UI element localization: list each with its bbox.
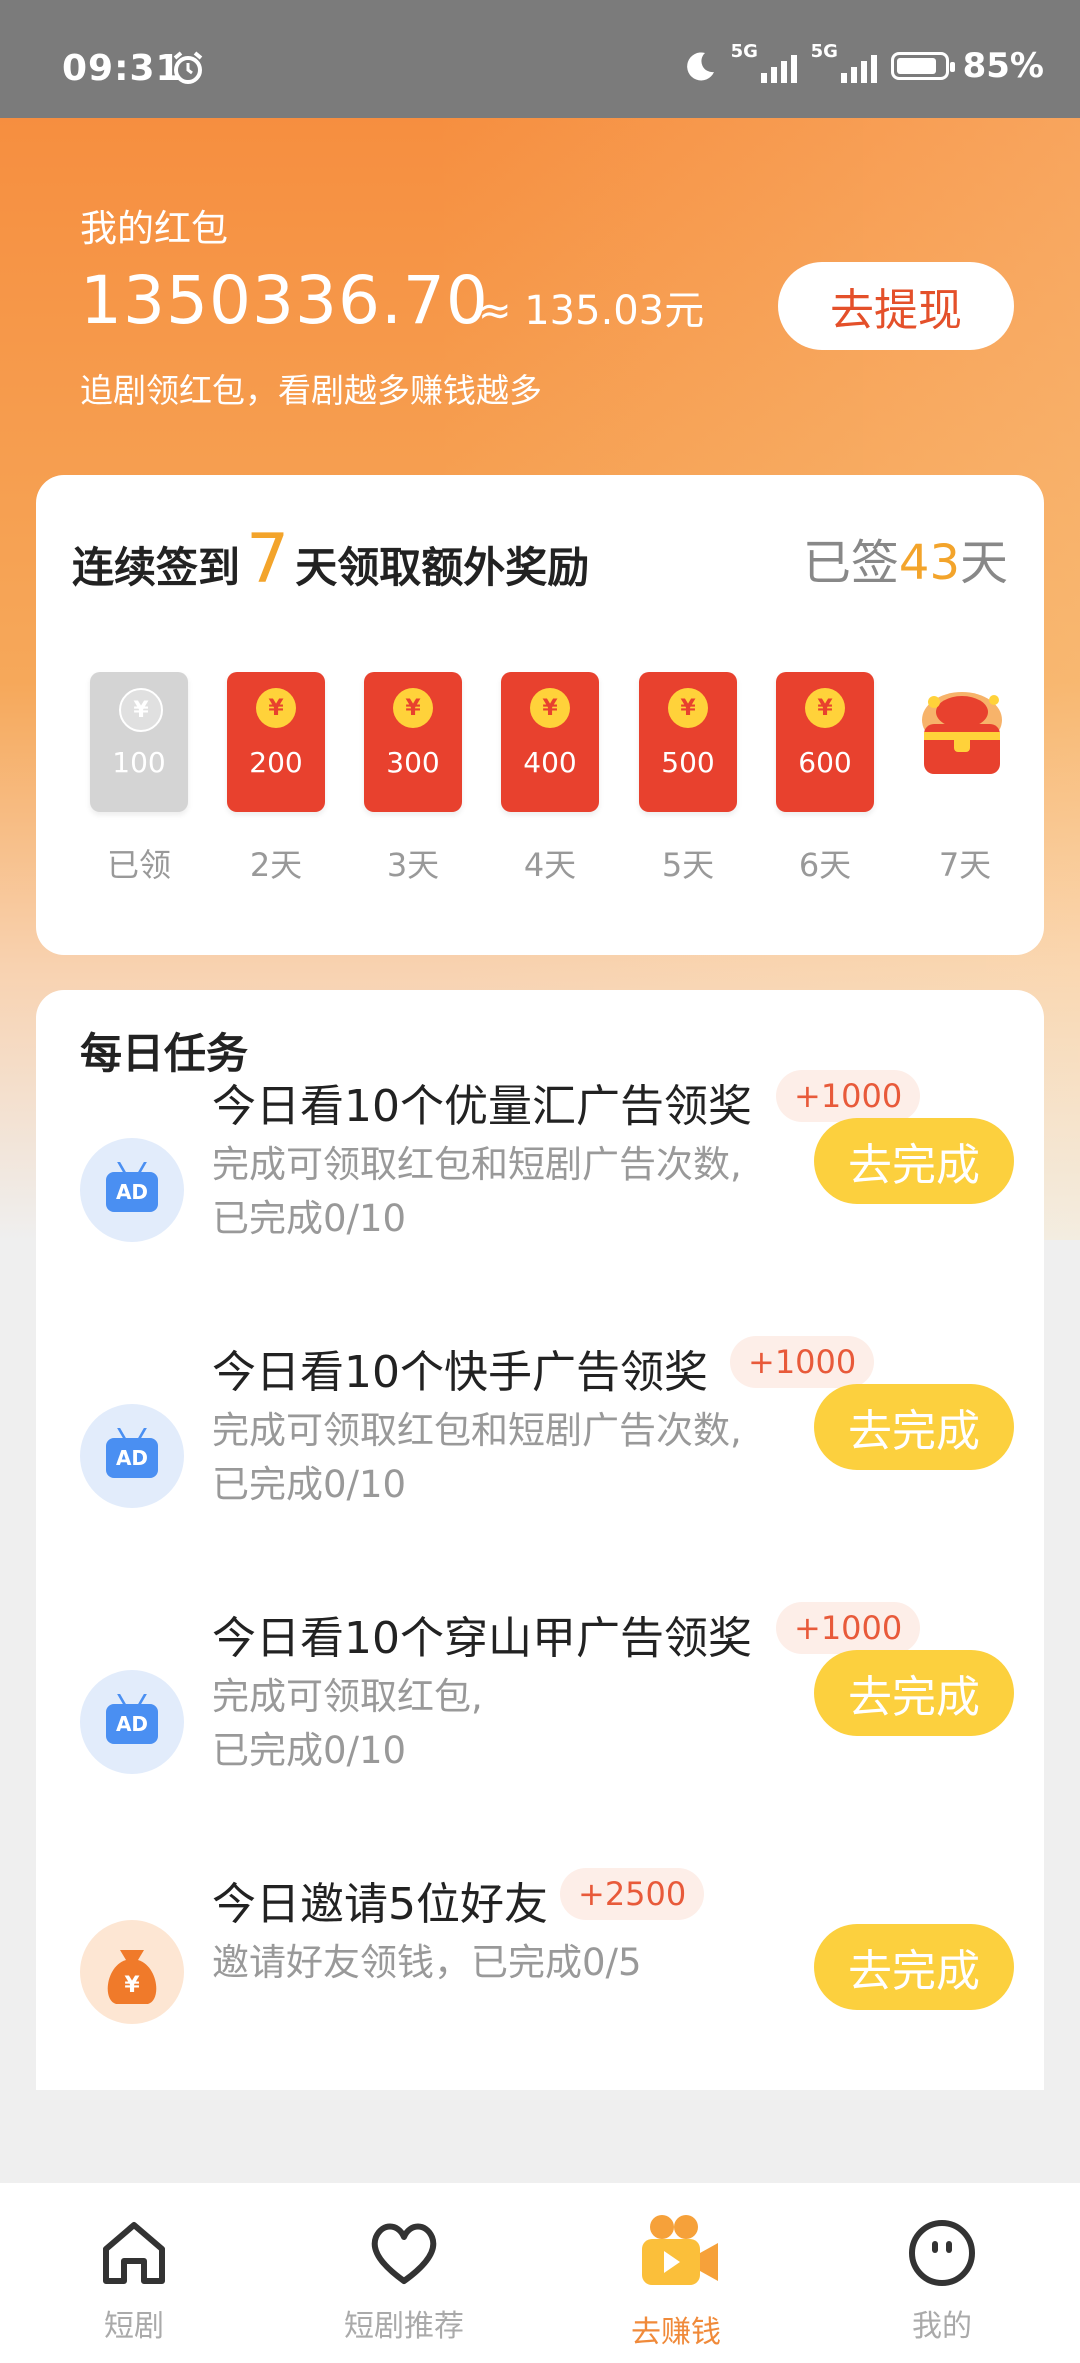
task-complete-button[interactable]: 去完成 [814, 1384, 1014, 1470]
ad-tv-icon: AD [80, 1138, 184, 1242]
signal-5g-icon: 5G [731, 41, 797, 83]
wallet-subtitle: 追剧领红包，看剧越多赚钱越多 [80, 371, 542, 410]
task-item: AD 今日看10个优量汇广告领奖 +1000 完成可领取红包和短剧广告次数, 已完成0/… [36, 1070, 1044, 1280]
task-title: 今日看10个快手广告领奖 [212, 1347, 708, 1398]
battery-icon [890, 52, 955, 80]
envelope-day-label: 6天 [798, 846, 852, 884]
task-title: 今日看10个穿山甲广告领奖 [212, 1613, 752, 1664]
yuan-coin-icon: ¥ [530, 688, 570, 728]
task-complete-button[interactable]: 去完成 [814, 1118, 1014, 1204]
task-description: 完成可领取红包和短剧广告次数, [212, 1143, 742, 1186]
nav-item-recommend[interactable]: 短剧推荐 [304, 2183, 504, 2363]
yuan-coin-icon: ¥ [393, 688, 433, 728]
envelope-day-label: 5天 [661, 846, 715, 884]
svg-text:¥: ¥ [124, 1973, 140, 1998]
nav-item-mine[interactable]: 我的 [842, 2183, 1042, 2363]
yuan-coin-icon: ¥ [119, 688, 163, 732]
status-time: 09:31 [62, 48, 182, 89]
task-progress: 已完成0/10 [212, 1729, 407, 1772]
battery-percent: 85% [962, 46, 1044, 86]
task-complete-button[interactable]: 去完成 [814, 1650, 1014, 1736]
home-icon [103, 2222, 165, 2284]
wallet-title: 我的红包 [80, 207, 228, 250]
yuan-coin-icon: ¥ [805, 688, 845, 728]
face-icon [909, 2220, 975, 2286]
task-description: 完成可领取红包和短剧广告次数, [212, 1409, 742, 1452]
ad-tv-icon: AD [80, 1670, 184, 1774]
signed-days: 已签 43 天 [802, 535, 1008, 591]
task-item: AD 今日看10个快手广告领奖 +1000 完成可领取红包和短剧广告次数, 已完成0/1… [36, 1336, 1044, 1546]
wallet-approx-yuan: ≈ 135.03元 [478, 288, 705, 334]
red-envelope-3[interactable]: ¥300 [364, 672, 462, 812]
envelope-amount: 200 [249, 746, 303, 779]
envelope-day-label: 已领 [106, 846, 171, 884]
daily-tasks-card: 每日任务 AD 今日看10个优量汇广告领奖 +1000 完成可领取红包和短剧广告次数,… [36, 990, 1044, 2090]
nav-item-drama[interactable]: 短剧 [34, 2183, 234, 2363]
camera-video-icon [642, 2215, 718, 2285]
envelope-amount: 100 [112, 746, 166, 779]
wallet-amount: 1350336.70 [80, 262, 489, 339]
yuan-coin-icon: ¥ [256, 688, 296, 728]
yuan-coin-icon: ¥ [668, 688, 708, 728]
task-title: 今日看10个优量汇广告领奖 [212, 1081, 752, 1132]
envelope-amount: 500 [661, 746, 715, 779]
envelope-amount: 300 [386, 746, 440, 779]
red-envelope-5[interactable]: ¥500 [639, 672, 737, 812]
red-envelope-2[interactable]: ¥200 [227, 672, 325, 812]
heart-icon [371, 2223, 437, 2284]
signin-rewards-row: ¥100 已领 ¥200 2天 ¥300 3天 ¥400 4天 ¥500 5天 ¥600 6天 7天 [90, 672, 1050, 902]
envelope-day-label: 7天 [938, 846, 992, 884]
signal-5g-icon-2: 5G [811, 41, 877, 83]
task-complete-button[interactable]: 去完成 [814, 1924, 1014, 2010]
task-description: 邀请好友领钱，已完成0/5 [212, 1941, 642, 1984]
envelope-day-label: 4天 [523, 846, 577, 884]
task-progress: 已完成0/10 [212, 1463, 407, 1506]
alarm-icon [173, 51, 203, 84]
task-progress: 已完成0/10 [212, 1197, 407, 1240]
envelope-amount: 600 [798, 746, 852, 779]
status-bar: 09:31 5G 5G 85% [0, 0, 1080, 118]
moon-icon [686, 52, 714, 81]
withdraw-button[interactable]: 去提现 [778, 262, 1014, 350]
treasure-chest-icon [922, 692, 1002, 774]
red-envelope-1[interactable]: ¥100 [90, 672, 188, 812]
bottom-nav: 短剧 短剧推荐 去赚钱 我的 [0, 2183, 1080, 2363]
task-reward-badge: +1000 [776, 1602, 921, 1654]
task-reward-badge: +1000 [730, 1336, 875, 1388]
red-envelope-6[interactable]: ¥600 [776, 672, 874, 812]
money-bag-icon: ¥ [80, 1920, 184, 2024]
envelope-day-label: 3天 [386, 846, 440, 884]
task-title: 今日邀请5位好友 [212, 1879, 548, 1930]
task-item: AD 今日看10个穿山甲广告领奖 +1000 完成可领取红包, 已完成0/10 去完成 [36, 1602, 1044, 1812]
task-reward-badge: +1000 [776, 1070, 921, 1122]
red-envelope-4[interactable]: ¥400 [501, 672, 599, 812]
nav-item-earn[interactable]: 去赚钱 [576, 2183, 776, 2363]
signin-title: 连续签到 7 天领取额外奖励 [72, 520, 590, 599]
task-description: 完成可领取红包, [212, 1675, 483, 1718]
envelope-day-label: 2天 [249, 846, 303, 884]
task-item: ¥ 今日邀请5位好友 +2500 邀请好友领钱，已完成0/5 去完成 [36, 1868, 1044, 2078]
envelope-amount: 400 [523, 746, 577, 779]
task-reward-badge: +2500 [560, 1868, 705, 1920]
signin-card: 连续签到 7 天领取额外奖励 已签 43 天 ¥100 已领 ¥200 2天 ¥300 3天 ¥40… [36, 475, 1044, 955]
ad-tv-icon: AD [80, 1404, 184, 1508]
